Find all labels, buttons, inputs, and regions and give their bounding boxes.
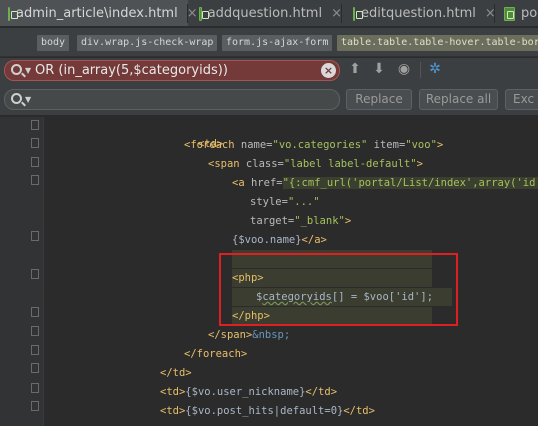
search-icon[interactable] [11, 64, 22, 75]
editor-tab-bar: admin_article\index.html × addquestion.h… [0, 0, 538, 27]
html-file-icon [199, 6, 209, 21]
code-line: style="..." [250, 196, 320, 208]
arrow-up-icon[interactable]: ⬆ [346, 61, 364, 77]
tab-admin-article-index[interactable]: admin_article\index.html × [0, 0, 198, 26]
tab-label: editquestion.html [361, 6, 476, 21]
find-occurrences-icon[interactable]: ◉ [395, 61, 413, 77]
tab-addquestion[interactable]: addquestion.html × [189, 0, 342, 26]
code-line: <foreach name="vo.categories" item="voo"… [184, 139, 444, 151]
replace-button[interactable]: Replace [346, 89, 412, 110]
code-line: </foreach> [184, 348, 248, 360]
code-line: </td> [160, 367, 192, 379]
replace-field[interactable]: ▼ [4, 89, 340, 110]
exclude-button[interactable]: Exc [505, 89, 538, 110]
code-line: <td> [197, 138, 224, 150]
breadcrumb-item[interactable]: form.js-ajax-form [222, 35, 333, 51]
code-line: target="_blank"> [250, 215, 352, 227]
settings-icon[interactable]: ✲ [426, 61, 444, 77]
tab-portal[interactable]: por [496, 0, 538, 26]
code-line: {$voo.name}</a> [232, 234, 327, 246]
tab-label: por [521, 6, 538, 21]
code-line: <span class="label label-default"> [208, 158, 423, 170]
clear-search-icon[interactable]: × [321, 63, 336, 78]
arrow-down-icon[interactable]: ⬇ [370, 61, 388, 77]
replace-all-button[interactable]: Replace all [419, 89, 498, 110]
highlight-box [219, 253, 458, 326]
html-file-icon [8, 6, 18, 21]
breadcrumb-item[interactable]: div.wrap.js-check-wrap [77, 35, 218, 51]
find-field[interactable]: ▼ OR (in_array(5,$categoryids)) × [4, 60, 340, 81]
breadcrumb-item[interactable]: table.table.table-hover.table-bor [337, 35, 538, 51]
tab-label: admin_article\index.html [16, 6, 178, 21]
tab-label: addquestion.html [207, 6, 323, 21]
chevron-down-icon[interactable]: ▼ [25, 95, 31, 104]
find-input[interactable]: OR (in_array(5,$categoryids)) [35, 63, 228, 78]
html-file-icon [504, 6, 515, 21]
code-line: </span>&nbsp; [208, 329, 291, 341]
chevron-down-icon[interactable]: ▼ [25, 66, 31, 75]
breadcrumb: body div.wrap.js-check-wrap form.js-ajax… [0, 28, 538, 57]
code-line: <td>{$vo.post_hits|default=0}</td> [160, 405, 375, 417]
code-area: <td> <foreach name="vo.categories" item=… [0, 117, 538, 426]
breadcrumb-item[interactable]: body [37, 35, 70, 51]
search-icon[interactable] [11, 93, 22, 104]
code-line: <td>{$vo.user_nickname}</td> [160, 386, 338, 398]
html-file-icon [353, 6, 363, 21]
tab-editquestion[interactable]: editquestion.html × [343, 0, 496, 26]
code-editor[interactable]: <td> <foreach name="vo.categories" item=… [0, 117, 538, 426]
code-line: <a href="{:cmf_url('portal/List/index',a… [232, 174, 538, 192]
